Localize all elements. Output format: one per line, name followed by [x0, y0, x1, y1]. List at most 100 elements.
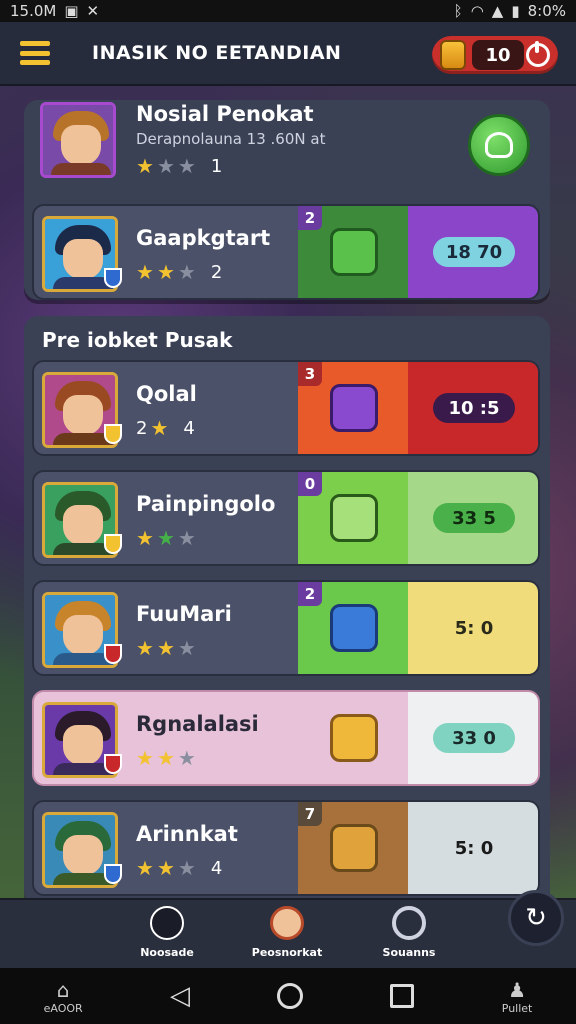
system-profile-shortcut[interactable]: ♟ Pullet: [502, 978, 533, 1015]
featured-stars: ★ ★ ★ 1: [136, 154, 222, 178]
menu-icon[interactable]: [20, 41, 50, 65]
status-bar: 15.0M ▣ ✕ ᛒ ◠ ▲ ▮ 8:0%: [0, 0, 576, 22]
reward-slot: 2: [298, 582, 408, 674]
power-icon[interactable]: [526, 41, 550, 67]
list-item[interactable]: FuuMari ★ ★ ★ 2 5: 0: [32, 580, 540, 676]
list-item[interactable]: Rgnalalasi ★ ★ ★ 33 0: [32, 690, 540, 786]
backpack-icon: [330, 228, 378, 276]
home-button[interactable]: [277, 983, 304, 1009]
user-icon: ♟: [508, 977, 527, 1002]
status-time: 15.0M: [10, 2, 57, 20]
card-stars: ★ ★ ★: [136, 526, 196, 550]
list-item[interactable]: Painpingolo ★ ★ ★ 0 33 5: [32, 470, 540, 566]
nav-item-noosade[interactable]: Noosade: [112, 906, 222, 959]
wifi-icon: ◠: [470, 2, 484, 20]
list-item[interactable]: Arinnkat ★ ★ ★ 4 7 5: 0: [32, 800, 540, 896]
rank-badge: [104, 424, 122, 444]
reward-level: 0: [298, 472, 322, 496]
star-icon: ★: [177, 746, 196, 770]
card-stars: 2 ★ 4: [136, 416, 195, 440]
sword-icon: [150, 906, 184, 940]
timer-value: 33 5: [433, 503, 515, 533]
star-icon: ★: [156, 260, 175, 284]
reward-level: 2: [298, 582, 322, 606]
featured-name: Nosial Penokat: [136, 102, 314, 126]
reward-slot: 0: [298, 472, 408, 564]
timer-icon: [485, 132, 513, 158]
house-icon: ⌂: [56, 977, 70, 1002]
bluetooth-icon: ᛒ: [453, 2, 463, 20]
mute-icon: ✕: [86, 2, 100, 20]
star-count: 2: [136, 417, 148, 439]
refresh-button[interactable]: ↻: [508, 890, 564, 946]
card-stars: ★ ★ ★ 4: [136, 856, 222, 880]
timer-value: 5: 0: [454, 837, 494, 859]
profile-icon: [392, 906, 426, 940]
star-icon: ★: [136, 636, 154, 660]
rank-badge: [104, 644, 122, 664]
battery-icon: ▮: [511, 2, 520, 20]
system-home-shortcut[interactable]: ⌂ eAOOR: [44, 978, 83, 1015]
featured-card[interactable]: Nosial Penokat Derapnolauna 13 .60N at ★…: [24, 100, 550, 192]
star-icon: ★: [177, 636, 196, 660]
star-icon: ★: [177, 260, 196, 284]
rank-badge: [104, 534, 122, 554]
featured-subtitle: Derapnolauna 13 .60N at: [136, 130, 326, 148]
card-stars: ★ ★ ★: [136, 636, 196, 660]
nav-label: Noosade: [140, 946, 194, 959]
cube-icon: [330, 604, 378, 652]
notification-icon: ▣: [64, 2, 79, 20]
star-icon: ★: [156, 856, 175, 880]
card-name: Arinnkat: [136, 822, 238, 846]
timer-slot: 33 0: [408, 692, 538, 784]
nav-item-souanns[interactable]: Souanns: [354, 906, 464, 959]
coin-balance[interactable]: 10: [432, 36, 558, 74]
card-name: Qolal: [136, 382, 197, 406]
claim-button[interactable]: [468, 114, 530, 176]
star-icon: ★: [156, 636, 175, 660]
recents-button[interactable]: [390, 984, 415, 1008]
rank-badge: [104, 864, 122, 884]
star-icon: ★: [156, 746, 175, 770]
timer-value: 5: 0: [454, 617, 494, 639]
bottom-nav: Noosade Peosnorkat Souanns: [0, 898, 576, 968]
list-item[interactable]: Qolal 2 ★ 4 3 10 :5: [32, 360, 540, 456]
reward-slot: 3: [298, 362, 408, 454]
star-icon: ★: [156, 526, 175, 550]
quest-panel: Pre iobket Pusak Qolal 2 ★ 4 3 10 :5 Pai…: [24, 316, 550, 906]
star-icon: ★: [136, 856, 154, 880]
card-stars: ★ ★ ★: [136, 746, 196, 770]
refresh-icon: ↻: [525, 903, 547, 933]
gem-icon: [330, 494, 378, 542]
star-icon: ★: [156, 154, 175, 178]
gold-pile-icon: [330, 714, 378, 762]
card-name: Painpingolo: [136, 492, 276, 516]
star-icon: ★: [177, 154, 196, 178]
reward-slot: 2: [298, 206, 408, 298]
list-item[interactable]: Gaapkgtart ★ ★ ★ 2 2 18 70: [32, 204, 540, 300]
reward-level: 2: [298, 206, 322, 230]
timer-slot: 5: 0: [408, 802, 538, 894]
system-right-label: Pullet: [501, 1001, 533, 1015]
featured-count: 1: [210, 155, 223, 177]
rank-badge: [104, 754, 122, 774]
card-stars: ★ ★ ★ 2: [136, 260, 222, 284]
reward-level: 3: [298, 362, 322, 386]
timer-value: 10 :5: [433, 393, 515, 423]
reward-level: 7: [298, 802, 322, 826]
avatar: [40, 102, 116, 178]
star-icon: ★: [136, 526, 154, 550]
star-icon: ★: [177, 526, 196, 550]
nav-item-peosnorkat[interactable]: Peosnorkat: [232, 906, 342, 959]
system-nav-bar: ⌂ eAOOR ◁ ♟ Pullet: [0, 968, 576, 1024]
card-name: Gaapkgtart: [136, 226, 271, 250]
timer-value: 18 70: [433, 237, 515, 267]
hero-avatar-icon: [270, 906, 304, 940]
coin-count: 10: [472, 40, 524, 70]
nav-label: Souanns: [382, 946, 436, 959]
back-icon[interactable]: ◁: [170, 981, 190, 1011]
timer-slot: 10 :5: [408, 362, 538, 454]
card-name: FuuMari: [136, 602, 232, 626]
timer-value: 33 0: [433, 723, 515, 753]
coin-icon: [440, 40, 466, 70]
